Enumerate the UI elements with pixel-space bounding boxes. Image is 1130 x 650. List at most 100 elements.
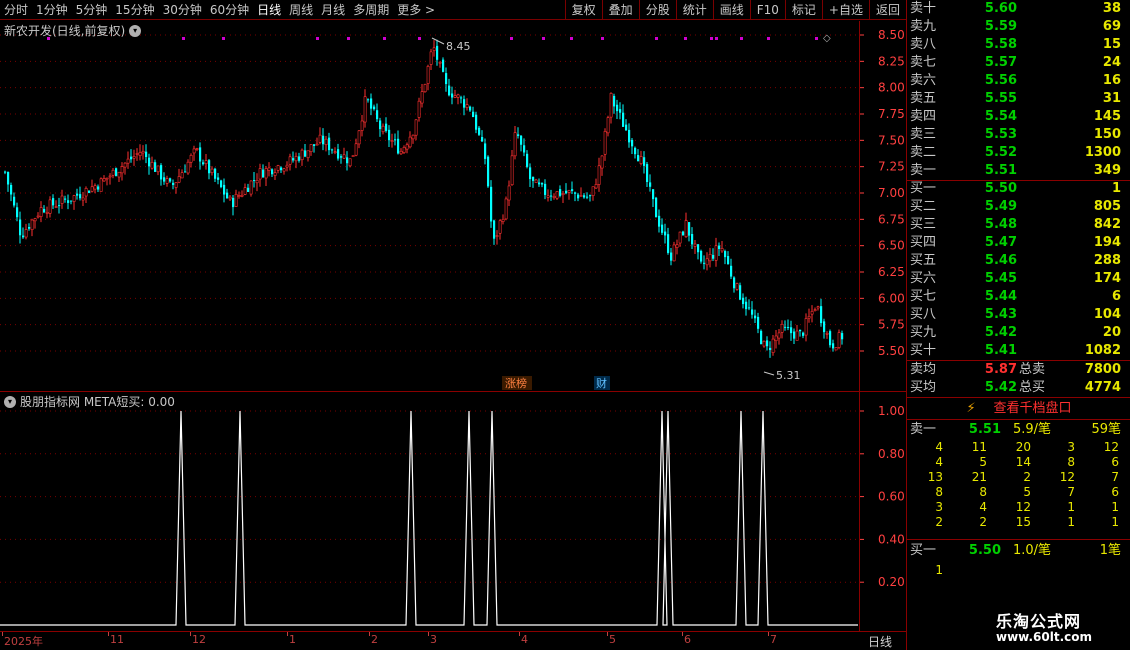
total-buy-value: 4774: [1084, 380, 1121, 395]
candle-body: [30, 219, 34, 230]
candle-body: [708, 254, 712, 262]
queue-buy1-count: 1笔: [1099, 543, 1121, 558]
period-tab-5[interactable]: 60分钟: [206, 0, 253, 20]
queue-buy1-grid: 1: [907, 563, 1130, 578]
candle-body: [777, 332, 781, 339]
indicator-chart[interactable]: 1.00 0.80 0.60 0.40 0.20 ▾ 股朋指标网 META短买: 0.0…: [0, 392, 905, 630]
ask-row-3[interactable]: 卖七 5.57 24: [907, 54, 1121, 72]
ask-price: 5.56: [984, 73, 1017, 88]
ask-row-8[interactable]: 卖二 5.52 1300: [907, 144, 1121, 162]
candle-body: [4, 171, 7, 173]
date-label-1: 11: [110, 633, 124, 646]
chevron-down-icon[interactable]: ▾: [129, 24, 142, 37]
candle-body: [309, 144, 313, 153]
candle-body: [13, 196, 16, 206]
candle-body: [367, 99, 370, 101]
toolbar-action-0[interactable]: 复权: [564, 0, 602, 20]
candle-body: [313, 144, 316, 146]
sell1-queue-cell: 12: [1103, 440, 1119, 454]
period-tab-4[interactable]: 30分钟: [159, 0, 206, 20]
toolbar-action-5[interactable]: F10: [749, 0, 785, 20]
candle-body: [700, 250, 703, 262]
candle-body: [174, 182, 178, 188]
sell1-queue-cell: 3: [1067, 440, 1075, 454]
candle-body: [249, 180, 253, 195]
candle-body: [606, 117, 610, 134]
candle-body: [507, 185, 511, 201]
bid-price: 5.46: [984, 253, 1017, 268]
toolbar-action-1[interactable]: 叠加: [601, 0, 639, 20]
period-label[interactable]: 日线: [868, 633, 892, 650]
toolbar-action-7[interactable]: +自选: [821, 0, 869, 20]
candle-body: [108, 175, 112, 178]
candle-body: [180, 172, 184, 179]
bid-row-4[interactable]: 买五 5.46 288: [907, 252, 1121, 270]
period-tab-1[interactable]: 1分钟: [32, 0, 72, 20]
candle-body: [682, 231, 685, 236]
toolbar-action-4[interactable]: 画线: [712, 0, 750, 20]
candle-body: [184, 171, 187, 173]
view-depth-button[interactable]: ⚡ 查看千档盘口: [907, 398, 1130, 418]
bid-row-9[interactable]: 买十 5.41 1082: [907, 342, 1121, 360]
toolbar-action-8[interactable]: 返回: [868, 0, 906, 20]
candle-body: [465, 104, 469, 108]
bid-row-2[interactable]: 买三 5.48 842: [907, 216, 1121, 234]
period-tab-8[interactable]: 月线: [317, 0, 349, 20]
candle-body: [135, 153, 139, 155]
avg-buy-label: 买均: [910, 380, 937, 395]
event-marker: [601, 37, 604, 40]
toolbar-action-3[interactable]: 统计: [675, 0, 713, 20]
ask-row-7[interactable]: 卖三 5.53 150: [907, 126, 1121, 144]
tag-limit-up[interactable]: 涨榜: [505, 376, 527, 390]
ask-price: 5.59: [984, 19, 1017, 34]
candle-body: [388, 129, 391, 141]
period-tab-2[interactable]: 5分钟: [72, 0, 112, 20]
candle-body: [105, 177, 109, 180]
ask-row-2[interactable]: 卖八 5.58 15: [907, 36, 1121, 54]
ask-row-0[interactable]: 卖十 5.60 38: [907, 0, 1121, 18]
ask-row-1[interactable]: 卖九 5.59 69: [907, 18, 1121, 36]
low-pointer: [763, 371, 775, 376]
candle-body: [420, 91, 424, 104]
watermark: 乐淘公式网 www.60lt.com: [980, 606, 1130, 650]
bid-row-0[interactable]: 买一 5.50 1: [907, 180, 1121, 198]
candle-body: [498, 220, 502, 234]
chevron-down-icon[interactable]: ▾: [4, 395, 16, 408]
bid-row-8[interactable]: 买九 5.42 20: [907, 324, 1121, 342]
candlestick-chart[interactable]: 新农开发(日线,前复权) ▾ 8.50 8.25 8.00 7.75 7.50 7.25 7…: [0, 21, 905, 391]
bid-row-6[interactable]: 买七 5.44 6: [907, 288, 1121, 306]
candle-body: [76, 193, 79, 196]
indicator-title-text: 股朋指标网 META短买: 0.00: [20, 395, 175, 409]
bid-row-1[interactable]: 买二 5.49 805: [907, 198, 1121, 216]
candle-body: [282, 168, 286, 172]
sell1-queue-cell: 7: [1111, 470, 1119, 484]
ask-row-4[interactable]: 卖六 5.56 16: [907, 72, 1121, 90]
bid-row-3[interactable]: 买四 5.47 194: [907, 234, 1121, 252]
candle-body: [130, 156, 133, 160]
period-tab-6[interactable]: 日线: [253, 0, 285, 20]
period-tab-9[interactable]: 多周期: [349, 0, 393, 20]
period-tab-7[interactable]: 周线: [285, 0, 317, 20]
toolbar-action-2[interactable]: 分股: [638, 0, 676, 20]
tag-finance[interactable]: 财: [596, 376, 607, 390]
ask-row-9[interactable]: 卖一 5.51 349: [907, 162, 1121, 180]
candle-body: [724, 251, 727, 258]
date-tick: [682, 632, 683, 636]
toolbar: 分时 1分钟 5分钟 15分钟 30分钟 60分钟 日线 周线 月线 多周期 更多 > 复权 叠加 分股…: [0, 0, 906, 20]
candle-body: [43, 208, 46, 213]
avg-sell-price: 5.87: [984, 362, 1017, 377]
bid-row-5[interactable]: 买六 5.45 174: [907, 270, 1121, 288]
candle-body: [363, 96, 367, 123]
toolbar-action-6[interactable]: 标记: [784, 0, 822, 20]
candle-body: [469, 106, 472, 111]
bid-volume: 1082: [1084, 343, 1121, 358]
bid-row-7[interactable]: 买八 5.43 104: [907, 306, 1121, 324]
candle-body: [703, 262, 706, 264]
period-tab-0[interactable]: 分时: [0, 0, 32, 20]
period-tab-10[interactable]: 更多 >: [393, 0, 439, 20]
ask-row-5[interactable]: 卖五 5.55 31: [907, 90, 1121, 108]
queue-sell1-count: 59笔: [1091, 422, 1121, 437]
chart-title: 新农开发(日线,前复权) ▾: [4, 22, 142, 39]
period-tab-3[interactable]: 15分钟: [111, 0, 158, 20]
ask-row-6[interactable]: 卖四 5.54 145: [907, 108, 1121, 126]
